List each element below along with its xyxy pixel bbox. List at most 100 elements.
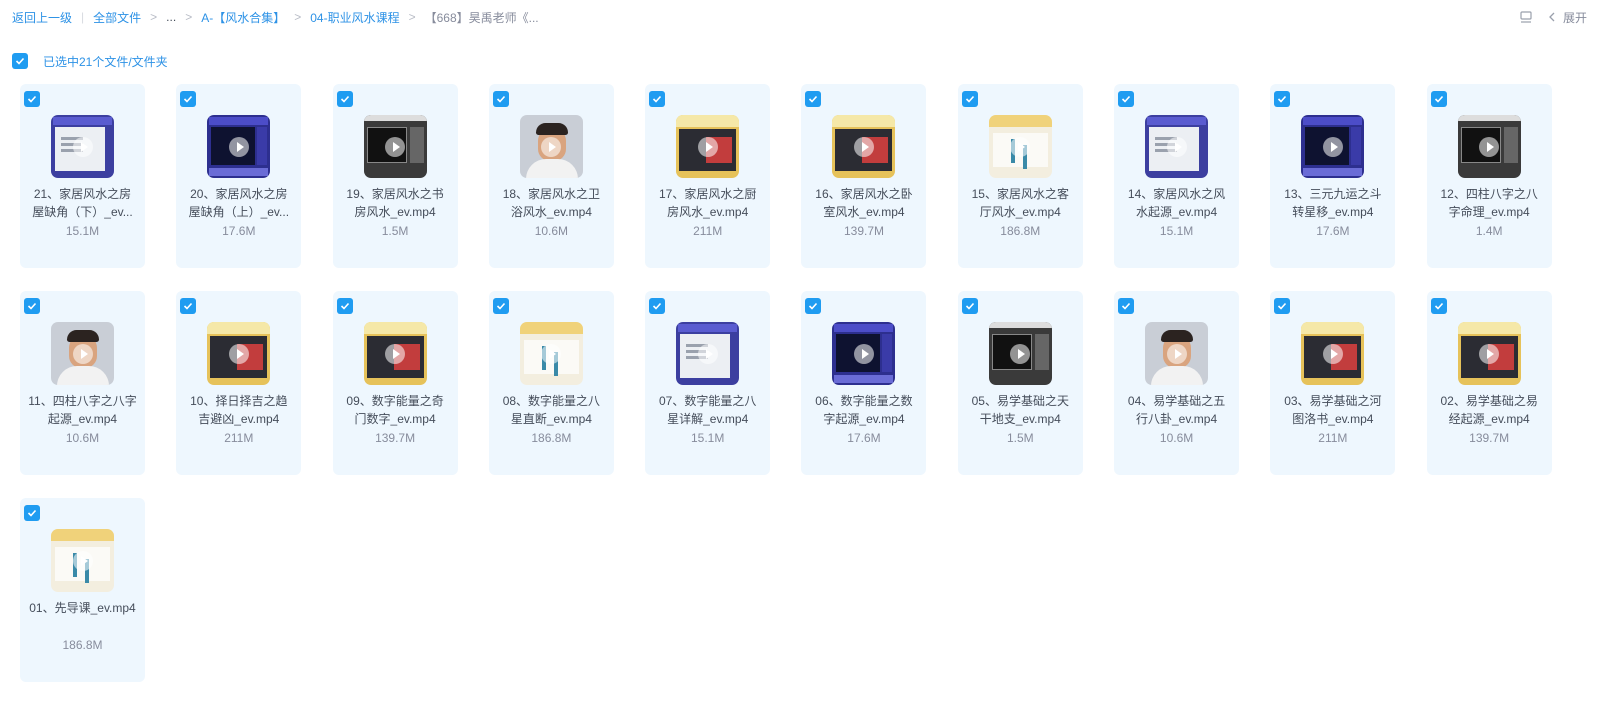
expand-label: 展开 (1562, 10, 1587, 25)
file-checkbox[interactable] (805, 91, 822, 107)
video-thumbnail[interactable] (363, 322, 427, 385)
file-checkbox[interactable] (1274, 91, 1291, 107)
file-checkbox[interactable] (961, 91, 978, 107)
file-size: 186.8M (531, 431, 572, 445)
play-icon (1166, 343, 1187, 364)
check-icon (965, 302, 974, 310)
file-card[interactable]: 07、数字能量之八星详解_ev.mp4 15.1M (645, 291, 771, 475)
play-icon (228, 343, 249, 364)
file-checkbox[interactable] (649, 298, 666, 314)
file-checkbox[interactable] (336, 91, 353, 107)
file-checkbox[interactable] (492, 298, 509, 314)
breadcrumb-separator: > (408, 10, 416, 24)
video-thumbnail[interactable] (51, 322, 114, 385)
file-card[interactable]: 11、四柱八字之八字起源_ev.mp4 10.6M (20, 291, 145, 475)
chevron-left-icon (1549, 12, 1555, 22)
file-name: 09、数字能量之奇门数字_ev.mp4 (346, 394, 444, 426)
file-checkbox[interactable] (1118, 91, 1135, 107)
file-checkbox[interactable] (1118, 298, 1135, 314)
file-checkbox[interactable] (24, 505, 40, 521)
file-card[interactable]: 08、数字能量之八星直断_ev.mp4 186.8M (488, 291, 614, 475)
video-thumbnail[interactable] (1301, 115, 1365, 178)
file-size: 186.8M (62, 638, 103, 652)
file-card[interactable]: 17、家居风水之厨房风水_ev.mp4 211M (645, 84, 771, 268)
file-card[interactable]: 03、易学基础之河图洛书_ev.mp4 211M (1270, 291, 1396, 475)
check-icon (27, 95, 37, 103)
video-thumbnail[interactable] (676, 115, 740, 178)
file-checkbox[interactable] (961, 298, 978, 314)
play-icon (853, 343, 874, 364)
video-thumbnail[interactable] (676, 322, 740, 385)
file-card[interactable]: 19、家居风水之书房风水_ev.mp4 1.5M (332, 84, 458, 268)
file-checkbox[interactable] (1430, 298, 1447, 314)
video-thumbnail[interactable] (1457, 322, 1521, 385)
breadcrumb-item-ellipsis[interactable]: ... (166, 10, 176, 24)
video-thumbnail[interactable] (832, 322, 896, 385)
file-card[interactable]: 18、家居风水之卫浴风水_ev.mp4 10.6M (488, 84, 614, 268)
file-card[interactable]: 16、家居风水之卧室风水_ev.mp4 139.7M (801, 84, 927, 268)
list-view-icon[interactable] (1519, 10, 1533, 24)
video-thumbnail[interactable] (988, 322, 1052, 385)
expand-button[interactable]: 展开 (1547, 9, 1587, 26)
file-card[interactable]: 01、先导课_ev.mp4 186.8M (20, 498, 145, 682)
file-size: 17.6M (1316, 224, 1350, 238)
check-icon (653, 95, 662, 103)
file-card[interactable]: 20、家居风水之房屋缺角（上）_ev... 17.6M (176, 84, 302, 268)
video-thumbnail[interactable] (51, 529, 114, 592)
video-thumbnail[interactable] (363, 115, 427, 178)
video-thumbnail[interactable] (832, 115, 896, 178)
file-card[interactable]: 14、家居风水之风水起源_ev.mp4 15.1M (1114, 84, 1240, 268)
video-thumbnail[interactable] (519, 322, 583, 385)
file-checkbox[interactable] (805, 298, 822, 314)
play-icon (697, 343, 718, 364)
check-icon (1122, 95, 1131, 103)
file-card[interactable]: 10、择日择吉之趋吉避凶_ev.mp4 211M (176, 291, 302, 475)
video-thumbnail[interactable] (1457, 115, 1521, 178)
breadcrumb-item-fengshui[interactable]: A-【风水合集】 (201, 9, 285, 26)
file-card[interactable]: 05、易学基础之天干地支_ev.mp4 1.5M (957, 291, 1083, 475)
file-name: 19、家居风水之书房风水_ev.mp4 (346, 187, 444, 219)
breadcrumb-separator: > (294, 10, 302, 24)
breadcrumb-item-all-files[interactable]: 全部文件 (93, 9, 141, 26)
file-checkbox[interactable] (24, 298, 40, 314)
file-checkbox[interactable] (180, 298, 197, 314)
file-name: 02、易学基础之易经起源_ev.mp4 (1440, 394, 1538, 426)
video-thumbnail[interactable] (1301, 322, 1365, 385)
select-all-checkbox[interactable] (12, 53, 28, 69)
video-thumbnail[interactable] (207, 322, 271, 385)
file-checkbox[interactable] (492, 91, 509, 107)
breadcrumb: 返回上一级 | 全部文件 > ... > A-【风水合集】 > 04-职业风水课… (0, 0, 1605, 34)
file-size: 1.5M (1006, 431, 1034, 445)
file-card[interactable]: 09、数字能量之奇门数字_ev.mp4 139.7M (332, 291, 458, 475)
check-icon (340, 95, 349, 103)
video-thumbnail[interactable] (519, 115, 583, 178)
video-thumbnail[interactable] (51, 115, 114, 178)
file-card[interactable]: 02、易学基础之易经起源_ev.mp4 139.7M (1426, 291, 1552, 475)
file-checkbox[interactable] (649, 91, 666, 107)
file-size: 139.7M (843, 224, 884, 238)
check-icon (496, 302, 505, 310)
file-card[interactable]: 06、数字能量之数字起源_ev.mp4 17.6M (801, 291, 927, 475)
file-checkbox[interactable] (24, 91, 40, 107)
file-name: 05、易学基础之天干地支_ev.mp4 (971, 394, 1069, 426)
video-thumbnail[interactable] (1145, 115, 1209, 178)
file-checkbox[interactable] (336, 298, 353, 314)
video-thumbnail[interactable] (207, 115, 271, 178)
breadcrumb-item-course[interactable]: 04-职业风水课程 (310, 9, 399, 26)
video-thumbnail[interactable] (988, 115, 1052, 178)
back-link[interactable]: 返回上一级 (12, 9, 72, 26)
file-checkbox[interactable] (1430, 91, 1447, 107)
file-checkbox[interactable] (1274, 298, 1291, 314)
file-card[interactable]: 21、家居风水之房屋缺角（下）_ev... 15.1M (20, 84, 145, 268)
file-card[interactable]: 12、四柱八字之八字命理_ev.mp4 1.4M (1426, 84, 1552, 268)
file-card[interactable]: 15、家居风水之客厅风水_ev.mp4 186.8M (957, 84, 1083, 268)
file-checkbox[interactable] (180, 91, 197, 107)
file-card[interactable]: 13、三元九运之斗转星移_ev.mp4 17.6M (1270, 84, 1396, 268)
check-icon (809, 302, 818, 310)
file-name: 17、家居风水之厨房风水_ev.mp4 (659, 187, 757, 219)
play-icon (1166, 136, 1187, 157)
file-size: 211M (1318, 431, 1348, 445)
file-card[interactable]: 04、易学基础之五行八卦_ev.mp4 10.6M (1114, 291, 1240, 475)
check-icon (27, 302, 37, 310)
video-thumbnail[interactable] (1145, 322, 1209, 385)
